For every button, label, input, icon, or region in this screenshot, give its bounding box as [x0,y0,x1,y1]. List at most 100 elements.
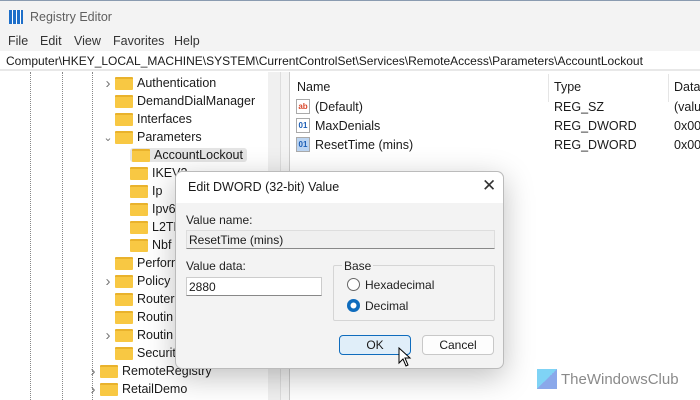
value-name-field: ResetTime (mins) [186,230,495,249]
tree-item-label: Authentication [137,76,217,90]
folder-icon [115,76,133,90]
tree-item[interactable]: L2TP [118,218,182,236]
tree-item-label: AccountLockout [154,148,243,162]
tree-item-label: RetailDemo [122,382,188,396]
tree-item[interactable]: Securit [103,344,176,362]
window-title: Registry Editor [30,10,112,24]
tree-item[interactable]: Nbf [118,236,171,254]
folder-icon [115,292,133,306]
chevron-right-icon[interactable]: › [103,327,113,344]
regedit-icon [9,10,23,24]
dialog-title-bar: Edit DWORD (32-bit) Value ✕ [176,172,503,203]
tree-item-label: Nbf [152,238,172,252]
menu-help[interactable]: Help [174,34,200,48]
tree-item-label: Securit [137,346,176,360]
base-label: Base [342,259,374,273]
folder-icon [132,148,150,162]
folder-icon [100,364,118,378]
close-icon[interactable]: ✕ [482,176,496,196]
folder-icon [130,202,148,216]
folder-icon [115,112,133,126]
value-name: ResetTime (mins) [315,138,414,152]
folder-icon [115,310,133,324]
address-bar[interactable]: Computer\HKEY_LOCAL_MACHINE\SYSTEM\Curre… [0,51,700,71]
value-row[interactable]: 01 MaxDenials REG_DWORD 0x000 [290,117,700,136]
tree-item[interactable]: Interfaces [103,110,192,128]
watermark-text: TheWindowsClub [561,371,679,388]
menu-bar: File Edit View Favorites Help [0,31,700,51]
folder-icon [115,94,133,108]
tree-item[interactable]: › Authentication [103,74,217,92]
column-header-data[interactable]: Data [674,80,700,94]
tree-item-label: Ipv6 [152,202,176,216]
value-name-label: Value name: [186,213,253,227]
tree-item[interactable]: Routin [103,308,173,326]
base-group [333,265,495,321]
binary-value-icon: 01 [296,118,310,133]
string-value-icon: ab [296,99,310,114]
column-header-type[interactable]: Type [554,80,581,94]
tree-item-label: Interfaces [137,112,192,126]
tree-item[interactable]: AccountLockout [118,146,247,164]
tree-item[interactable]: Ip [118,182,162,200]
tree-item[interactable]: Router [103,290,175,308]
decimal-radio[interactable] [347,299,360,312]
folder-icon [115,328,133,342]
folder-icon [130,238,148,252]
value-type: REG_DWORD [554,119,637,133]
value-name: MaxDenials [315,119,381,133]
value-data-input[interactable]: 2880 [186,277,322,296]
tree-item-label: Routin [137,310,174,324]
hexadecimal-radio[interactable] [347,278,360,291]
tree-item-label: Ip [152,184,163,198]
dialog-title: Edit DWORD (32-bit) Value [188,180,340,194]
folder-icon [130,184,148,198]
tree-item-label: Router [137,292,175,306]
tree-item[interactable]: ⌄ Parameters [103,128,202,146]
folder-icon [115,130,133,144]
cancel-button[interactable]: Cancel [422,335,494,355]
folder-icon [130,220,148,234]
hexadecimal-label[interactable]: Hexadecimal [365,278,434,292]
folder-icon [115,256,133,270]
folder-icon [130,166,148,180]
folder-icon [115,346,133,360]
title-bar: Registry Editor [0,0,700,32]
tree-item[interactable]: DemandDialManager [103,92,255,110]
tree-item[interactable]: › RetailDemo [88,380,188,398]
tree-item[interactable]: › Routin [103,326,174,344]
value-data-label: Value data: [186,259,246,273]
tree-item[interactable]: › Policy [103,272,171,290]
menu-file[interactable]: File [8,34,28,48]
watermark-logo-icon [537,369,557,389]
edit-dword-dialog: Edit DWORD (32-bit) Value ✕ Value name: … [175,171,504,369]
mouse-cursor-icon [398,347,412,367]
value-data: 0x000 [674,138,700,152]
chevron-right-icon[interactable]: › [103,75,113,92]
chevron-right-icon[interactable]: › [88,363,98,380]
value-type: REG_SZ [554,100,605,114]
value-type: REG_DWORD [554,138,637,152]
value-data: 0x000 [674,119,700,133]
tree-item-label: Policy [137,274,171,288]
tree-item[interactable]: Ipv6 [118,200,176,218]
folder-icon [115,274,133,288]
tree-item[interactable]: Perform [103,254,181,272]
menu-view[interactable]: View [74,34,101,48]
decimal-label[interactable]: Decimal [365,299,408,313]
value-row[interactable]: 01 ResetTime (mins) REG_DWORD 0x000 [290,136,700,155]
value-data: (valu [674,100,700,114]
value-name: (Default) [315,100,363,114]
chevron-right-icon[interactable]: › [103,273,113,290]
chevron-right-icon[interactable]: › [88,381,98,398]
menu-favorites[interactable]: Favorites [113,34,164,48]
tree-item-label: DemandDialManager [137,94,256,108]
value-row[interactable]: ab (Default) REG_SZ (valu [290,98,700,117]
tree-item-label: Routin [137,328,174,342]
binary-value-icon: 01 [296,137,310,152]
chevron-down-icon[interactable]: ⌄ [103,131,113,144]
tree-item-label: Parameters [137,130,202,144]
folder-icon [100,382,118,396]
menu-edit[interactable]: Edit [40,34,62,48]
column-header-name[interactable]: Name [297,80,330,94]
